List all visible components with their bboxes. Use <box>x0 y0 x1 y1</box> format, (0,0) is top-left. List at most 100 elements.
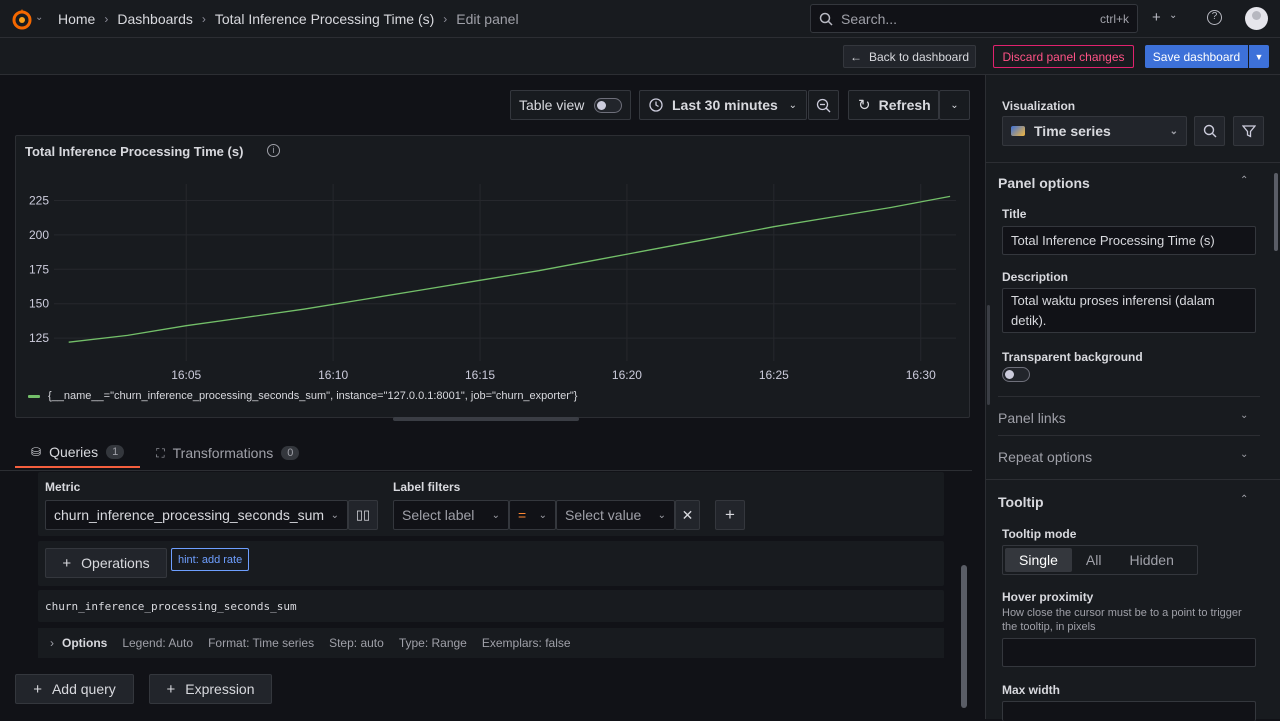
x-tick-label: 16:30 <box>906 368 936 381</box>
plus-icon[interactable]: + <box>1152 9 1161 26</box>
avatar[interactable] <box>1245 7 1268 30</box>
plus-icon: + <box>166 680 176 698</box>
grafana-logo-icon[interactable] <box>10 7 34 31</box>
metric-label: Metric <box>45 480 81 494</box>
time-range-picker[interactable]: Last 30 minutes ⌄ <box>639 90 807 120</box>
tab-transformations-label: Transformations <box>172 445 274 461</box>
transparent-background-label: Transparent background <box>1002 350 1143 364</box>
chevron-down-icon[interactable]: ⌄ <box>1169 10 1177 21</box>
chevron-down-icon: ▼ <box>1254 51 1264 62</box>
title-input[interactable]: Total Inference Processing Time (s) <box>1002 226 1256 255</box>
breadcrumb: Home › Dashboards › Total Inference Proc… <box>58 11 519 27</box>
hover-proximity-description: How close the cursor must be to a point … <box>1002 607 1242 633</box>
time-series-chart[interactable]: 125 150 175 200 225 16:05 16:10 16:15 16:20 16:2… <box>16 136 971 381</box>
select-value-dropdown[interactable]: Select value ⌄ <box>556 500 675 530</box>
chevron-down-icon[interactable]: ⌄ <box>1240 410 1248 421</box>
operator-select[interactable]: = ⌄ <box>509 500 556 530</box>
expression-button[interactable]: + Expression <box>149 674 272 704</box>
tab-transformations[interactable]: ⛶ Transformations 0 <box>140 438 315 468</box>
chevron-down-icon: ⌄ <box>330 509 339 521</box>
visualization-select[interactable]: Time series ⌄ <box>1002 116 1187 146</box>
metrics-explorer-button[interactable]: ▯▯ <box>348 500 378 530</box>
tooltip-header[interactable]: Tooltip <box>998 494 1044 510</box>
hover-proximity-input[interactable] <box>1002 638 1256 667</box>
label-filters-label: Label filters <box>393 480 461 494</box>
search-input[interactable]: Search... ctrl+k <box>810 4 1138 33</box>
chevron-up-icon[interactable]: ⌃ <box>1240 175 1248 186</box>
add-filter-button[interactable]: + <box>715 500 745 530</box>
tooltip-mode-all[interactable]: All <box>1072 548 1116 572</box>
chevron-down-icon: ⌄ <box>1169 125 1178 137</box>
horizontal-scrollbar[interactable] <box>393 417 579 421</box>
select-label-dropdown[interactable]: Select label ⌄ <box>393 500 509 530</box>
plus-icon: + <box>33 680 42 698</box>
tab-queries-count: 1 <box>106 445 125 459</box>
table-view-switch[interactable] <box>594 97 623 113</box>
chevron-down-icon[interactable]: ⌄ <box>35 12 43 23</box>
remove-filter-button[interactable]: ✕ <box>675 500 700 530</box>
table-view-toggle[interactable]: Table view <box>510 90 631 120</box>
tooltip-mode-single[interactable]: Single <box>1005 548 1072 572</box>
search-placeholder: Search... <box>841 10 898 27</box>
vertical-scrollbar[interactable] <box>961 565 967 708</box>
save-dashboard-button[interactable]: Save dashboard <box>1145 45 1248 68</box>
description-textarea[interactable]: Total waktu proses inferensi (dalam deti… <box>1002 288 1256 333</box>
expression-label: Expression <box>185 681 255 697</box>
option-legend: Legend: Auto <box>122 636 194 650</box>
chevron-down-icon: ⌄ <box>538 509 547 521</box>
panel-options-header[interactable]: Panel options <box>998 175 1090 191</box>
pane-resize-handle[interactable] <box>987 305 990 405</box>
operator-value: = <box>518 507 527 523</box>
database-icon: ⛁ <box>31 445 42 459</box>
back-to-dashboard-button[interactable]: ← Back to dashboard <box>843 45 976 68</box>
title-field-label: Title <box>1002 207 1027 221</box>
filter-options-button[interactable] <box>1233 116 1264 146</box>
editor-tabs: ⛁ Queries 1 ⛶ Transformations 0 <box>15 438 315 470</box>
operations-button[interactable]: + Operations <box>45 548 167 578</box>
breadcrumb-dashboard[interactable]: Total Inference Processing Time (s) <box>215 11 434 27</box>
visualization-picker-section: Visualization Time series ⌄ <box>986 75 1280 163</box>
divider <box>998 396 1260 397</box>
breadcrumb-home[interactable]: Home <box>58 11 95 27</box>
hint-label: hint: add rate <box>178 553 243 566</box>
options-scrollbar[interactable] <box>1274 173 1278 251</box>
x-tick-label: 16:20 <box>612 368 642 381</box>
description-field-label: Description <box>1002 270 1069 284</box>
raw-query-preview: churn_inference_processing_seconds_sum <box>45 600 297 613</box>
options-label: Options <box>62 636 108 650</box>
arrow-left-icon: ← <box>849 49 862 64</box>
max-width-label: Max width <box>1002 683 1061 697</box>
refresh-interval-dropdown[interactable]: ⌄ <box>939 90 970 120</box>
hover-proximity-label: Hover proximity <box>1002 590 1094 604</box>
save-options-dropdown[interactable]: ▼ <box>1249 45 1269 68</box>
query-options-row[interactable]: › Options Legend: Auto Format: Time seri… <box>38 628 944 658</box>
legend-label[interactable]: {__name__="churn_inference_processing_se… <box>48 390 577 402</box>
repeat-options-header[interactable]: Repeat options <box>998 449 1092 465</box>
visualization-value: Time series <box>1034 123 1111 139</box>
breadcrumb-dashboards[interactable]: Dashboards <box>117 11 193 27</box>
transparent-background-switch[interactable] <box>1002 367 1030 382</box>
chevron-down-icon: ⌄ <box>950 99 959 111</box>
metric-select[interactable]: churn_inference_processing_seconds_sum ⌄ <box>45 500 348 530</box>
search-shortcut: ctrl+k <box>1099 11 1129 26</box>
search-visualization-button[interactable] <box>1194 116 1225 146</box>
tab-queries[interactable]: ⛁ Queries 1 <box>15 438 141 468</box>
hint-add-rate-button[interactable]: hint: add rate <box>171 548 250 571</box>
refresh-button[interactable]: ↻ Refresh <box>848 90 939 120</box>
add-query-button[interactable]: + Add query <box>15 674 134 704</box>
y-tick-label: 150 <box>29 297 49 311</box>
help-icon[interactable]: ? <box>1207 10 1222 25</box>
zoom-out-button[interactable] <box>808 90 839 120</box>
select-value-placeholder: Select value <box>565 507 642 523</box>
chevron-down-icon[interactable]: ⌄ <box>1240 449 1248 460</box>
panel-links-header[interactable]: Panel links <box>998 410 1066 426</box>
discard-panel-changes-button[interactable]: Discard panel changes <box>993 45 1134 68</box>
chevron-up-icon[interactable]: ⌃ <box>1240 494 1248 505</box>
panel-preview: Total Inference Processing Time (s) i 12… <box>15 135 970 418</box>
chevron-right-icon: › <box>201 12 206 26</box>
select-label-placeholder: Select label <box>402 507 475 523</box>
x-tick-label: 16:25 <box>759 368 789 381</box>
tooltip-mode-hidden[interactable]: Hidden <box>1115 548 1187 572</box>
max-width-input[interactable] <box>1002 701 1256 721</box>
tooltip-mode-label: Tooltip mode <box>1002 527 1077 541</box>
